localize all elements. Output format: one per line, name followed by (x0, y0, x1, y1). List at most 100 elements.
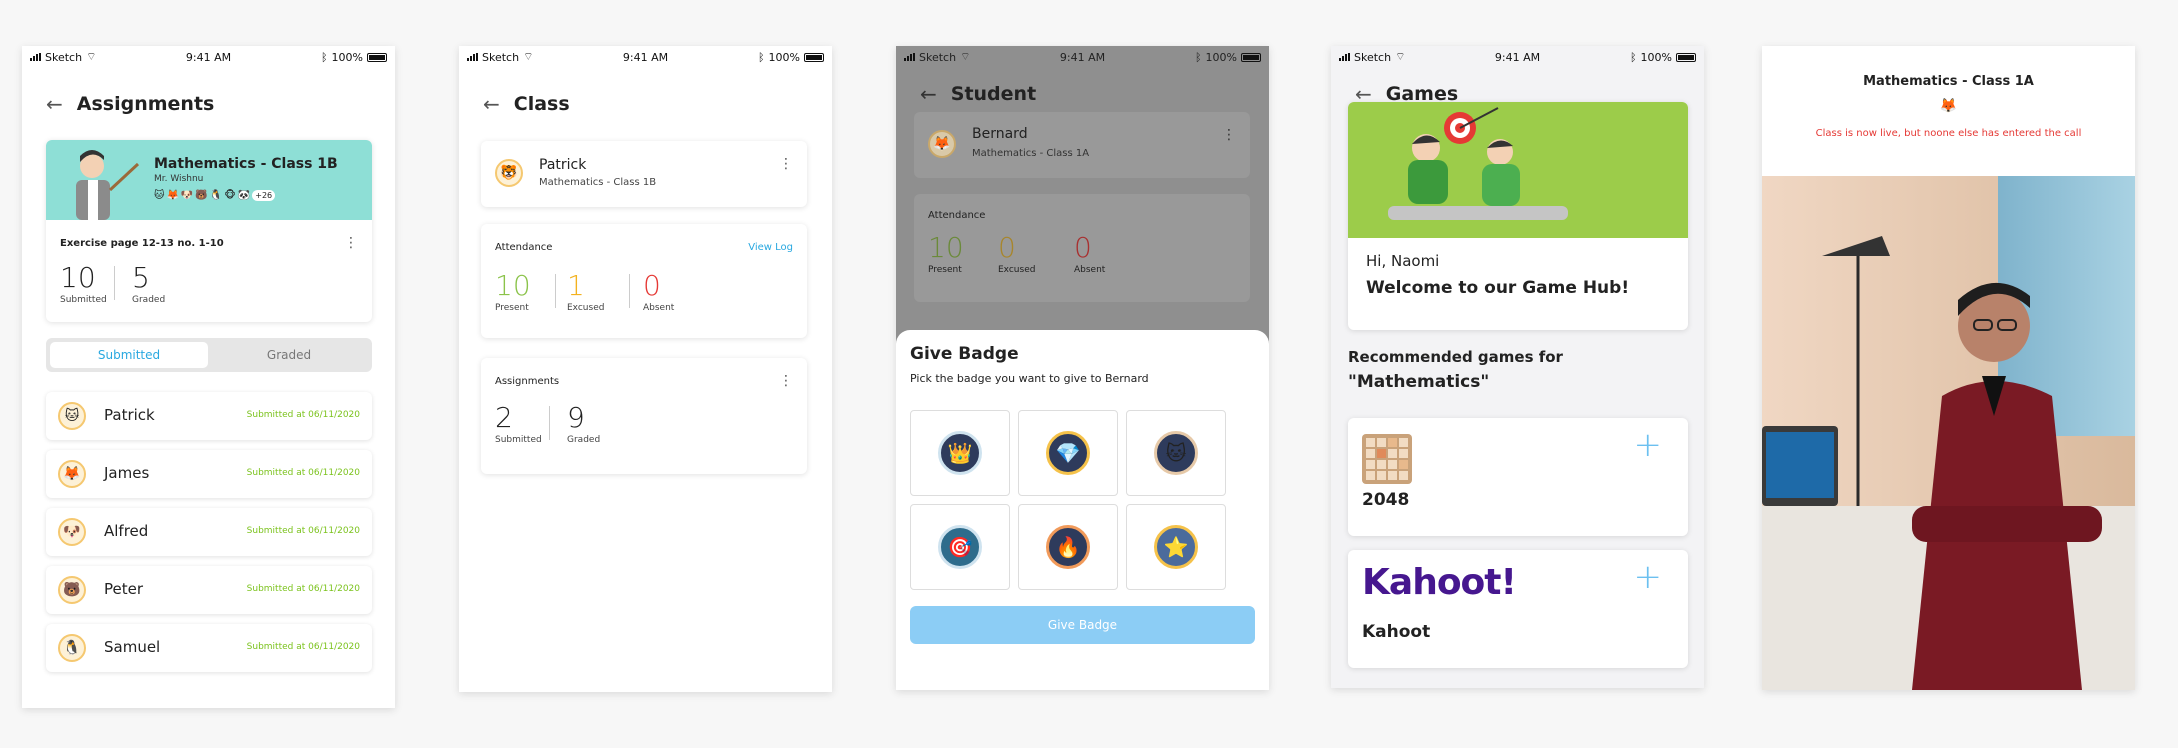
signal-icon (467, 53, 478, 61)
more-options-icon[interactable]: ⋮ (1222, 128, 1236, 142)
submission-status: Submitted at 06/11/2020 (246, 642, 360, 652)
back-arrow-icon[interactable]: ← (483, 92, 500, 116)
submission-status: Submitted at 06/11/2020 (246, 526, 360, 536)
list-item[interactable]: 🐻 Peter Submitted at 06/11/2020 (46, 566, 372, 614)
present-count: 10 (495, 269, 531, 302)
back-arrow-icon[interactable]: ← (46, 92, 63, 116)
excused-label: Excused (998, 265, 1036, 275)
sheet-title: Give Badge (910, 344, 1019, 364)
call-title: Mathematics - Class 1A (1863, 74, 2034, 89)
bluetooth-icon: ᛒ (757, 50, 765, 64)
submission-status: Submitted at 06/11/2020 (246, 584, 360, 594)
excused-count: 0 (998, 231, 1016, 264)
list-item[interactable]: 🐧 Samuel Submitted at 06/11/2020 (46, 624, 372, 672)
student-name: Bernard (972, 126, 1028, 142)
recommended-label: Recommended games for (1348, 348, 1563, 366)
page-title: Student (950, 83, 1037, 105)
student-avatar: 🐧 (58, 634, 86, 662)
wifi-icon: ⌔ (86, 50, 97, 63)
list-item[interactable]: 🐶 Alfred Submitted at 06/11/2020 (46, 508, 372, 556)
battery-percent: 100% (1205, 50, 1237, 64)
host-avatar-icon: 🦊 (1939, 98, 1958, 114)
student-avatar: 🐻 (58, 576, 86, 604)
target-badge-icon: 🎯 (938, 525, 982, 569)
wifi-icon: ⌔ (1395, 50, 1406, 63)
attendance-card: Attendance 10 Present 0 Excused 0 Absent (914, 194, 1250, 302)
tab-graded[interactable]: Graded (210, 342, 368, 368)
page-title: Assignments (76, 93, 215, 115)
submission-status: Submitted at 06/11/2020 (246, 410, 360, 420)
student-name: Peter (104, 580, 144, 598)
submitted-count: 10 (60, 261, 96, 294)
carrier-label: Sketch (482, 50, 520, 64)
avatar: 🐧 (209, 190, 223, 201)
badge-option[interactable]: 🐱 (1126, 410, 1226, 496)
more-options-icon[interactable]: ⋮ (344, 236, 358, 250)
gamers-illustration (1348, 102, 1688, 238)
submitted-count: 2 (495, 401, 513, 434)
attendance-title: Attendance (495, 242, 553, 253)
welcome-card: Hi, Naomi Welcome to our Game Hub! (1348, 102, 1688, 330)
back-arrow-icon[interactable]: ← (920, 82, 937, 106)
give-badge-button[interactable]: Give Badge (910, 606, 1255, 644)
divider (629, 274, 630, 308)
assignments-screen: Sketch ⌔ 9:41 AM ᛒ 100% ← Assignments Math… (22, 46, 395, 708)
crown-badge-icon: 👑 (938, 431, 982, 475)
list-item[interactable]: 🦊 James Submitted at 06/11/2020 (46, 450, 372, 498)
battery-icon (1676, 52, 1696, 62)
teacher-video-feed (1762, 176, 2135, 690)
status-bar: Sketch ⌔ 9:41 AM ᛒ 100% (1331, 46, 1704, 68)
status-bar: Sketch ⌔ 9:41 AM ᛒ 100% (459, 46, 832, 68)
game-card-kahoot[interactable]: Kahoot! Kahoot + (1348, 550, 1688, 668)
attendance-title: Attendance (928, 210, 986, 221)
class-screen: Sketch ⌔ 9:41 AM ᛒ 100% ← Class 🐯 Patrick … (459, 46, 832, 692)
wifi-icon: ⌔ (523, 50, 534, 63)
battery-icon (367, 52, 387, 62)
greeting: Hi, Naomi (1366, 252, 1440, 270)
bluetooth-icon: ᛒ (320, 50, 328, 64)
submitted-label: Submitted (495, 435, 542, 445)
fire-badge-icon: 🔥 (1046, 525, 1090, 569)
badge-option[interactable]: 🔥 (1018, 504, 1118, 590)
graded-count: 5 (132, 261, 150, 294)
student-avatars: 🐱 🦊 🐶 🐻 🐧 🐵 🐼 +26 (154, 190, 276, 201)
excused-count: 1 (567, 269, 585, 302)
student-card[interactable]: 🦊 Bernard Mathematics - Class 1A ⋮ (914, 112, 1250, 178)
signal-icon (1339, 53, 1350, 61)
sheet-subtitle: Pick the badge you want to give to Berna… (910, 372, 1149, 385)
battery-percent: 100% (331, 50, 363, 64)
assignments-title: Assignments (495, 376, 560, 387)
badge-option[interactable]: ⭐ (1126, 504, 1226, 590)
status-time: 9:41 AM (622, 50, 669, 64)
signal-icon (904, 53, 915, 61)
game-card-2048[interactable]: 2048 + (1348, 418, 1688, 536)
avatar: 🐶 (180, 190, 194, 201)
student-name: Alfred (104, 522, 149, 540)
status-time: 9:41 AM (185, 50, 232, 64)
student-card[interactable]: 🐯 Patrick Mathematics - Class 1B ⋮ (481, 141, 807, 207)
view-log-link[interactable]: View Log (748, 242, 793, 253)
graded-label: Graded (567, 435, 601, 445)
add-game-plus-icon[interactable]: + (1634, 560, 1663, 594)
present-label: Present (495, 303, 529, 313)
badge-option[interactable]: 💎 (1018, 410, 1118, 496)
add-game-plus-icon[interactable]: + (1634, 428, 1663, 462)
more-options-icon[interactable]: ⋮ (779, 374, 793, 388)
tab-submitted[interactable]: Submitted (50, 342, 208, 368)
student-name: Patrick (104, 406, 155, 424)
graded-label: Graded (132, 295, 166, 305)
present-label: Present (928, 265, 962, 275)
list-item[interactable]: 🐱 Patrick Submitted at 06/11/2020 (46, 392, 372, 440)
games-screen: Sketch ⌔ 9:41 AM ᛒ 100% ← Games Hi, Naomi … (1331, 46, 1704, 688)
present-count: 10 (928, 231, 964, 264)
bluetooth-icon: ᛒ (1194, 50, 1202, 64)
badge-option[interactable]: 🎯 (910, 504, 1010, 590)
student-name: Samuel (104, 638, 161, 656)
assignment-card[interactable]: Mathematics - Class 1B Mr. Wishnu 🐱 🦊 🐶 … (46, 140, 372, 322)
absent-label: Absent (643, 303, 675, 313)
absent-count: 0 (1074, 231, 1092, 264)
page-title: Class (513, 93, 570, 115)
battery-percent: 100% (1640, 50, 1672, 64)
more-options-icon[interactable]: ⋮ (779, 157, 793, 171)
badge-option[interactable]: 👑 (910, 410, 1010, 496)
